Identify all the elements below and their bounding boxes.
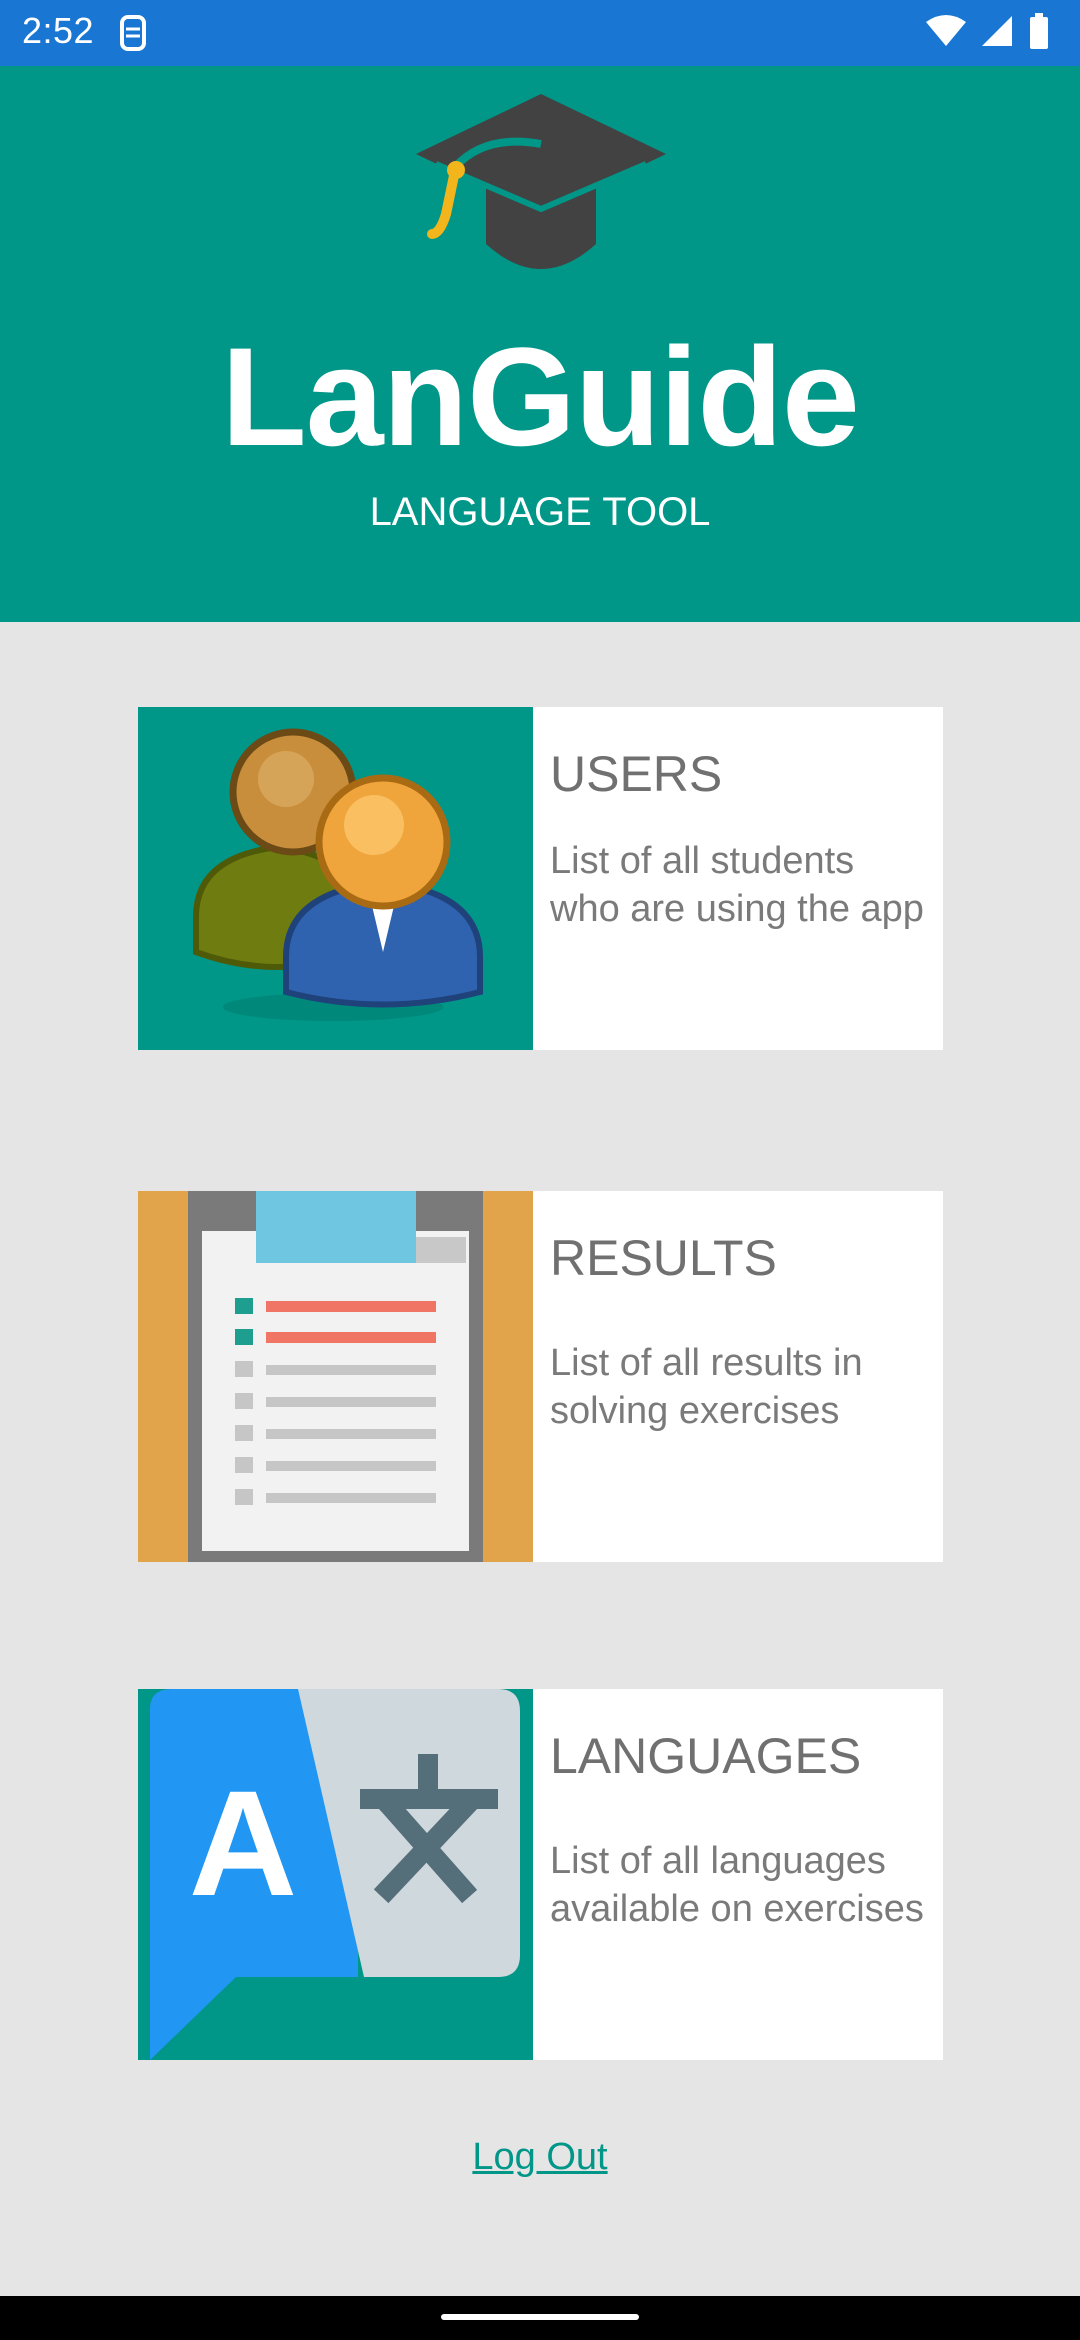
status-bar: 2:52 xyxy=(0,0,1080,66)
card-title: RESULTS xyxy=(550,1230,777,1286)
translate-icon: A xyxy=(138,1689,533,2060)
wifi-icon xyxy=(926,14,966,53)
card-description: List of all students who are using the a… xyxy=(550,840,924,930)
card-description: List of all languages available on exerc… xyxy=(550,1840,924,1930)
languages-card[interactable]: A LANGUAGES List of all languages availa… xyxy=(138,1689,943,2060)
navigation-bar xyxy=(0,2296,1080,2340)
logout-link[interactable]: Log Out xyxy=(0,2136,1080,2179)
battery-icon xyxy=(1028,12,1050,54)
users-icon xyxy=(138,707,533,1050)
app-header: LanGuide LANGUAGE TOOL xyxy=(0,66,1080,622)
clipboard-icon xyxy=(138,1191,533,1562)
status-icons xyxy=(926,12,1050,54)
app-title: LanGuide xyxy=(221,318,860,475)
graduation-cap-icon xyxy=(416,94,666,290)
users-card[interactable]: USERS List of all students who are using… xyxy=(138,707,943,1050)
results-card[interactable]: RESULTS List of all results in solving e… xyxy=(138,1191,943,1562)
signal-icon xyxy=(980,14,1014,53)
home-gesture-handle[interactable] xyxy=(441,2314,639,2320)
sim-card-icon xyxy=(118,14,148,52)
app-subtitle: LANGUAGE TOOL xyxy=(369,490,711,534)
card-title: USERS xyxy=(550,746,723,802)
card-description: List of all results in solving exercises xyxy=(550,1342,863,1432)
card-title: LANGUAGES xyxy=(550,1728,862,1784)
svg-text:A: A xyxy=(189,1759,297,1927)
status-time: 2:52 xyxy=(22,10,95,51)
